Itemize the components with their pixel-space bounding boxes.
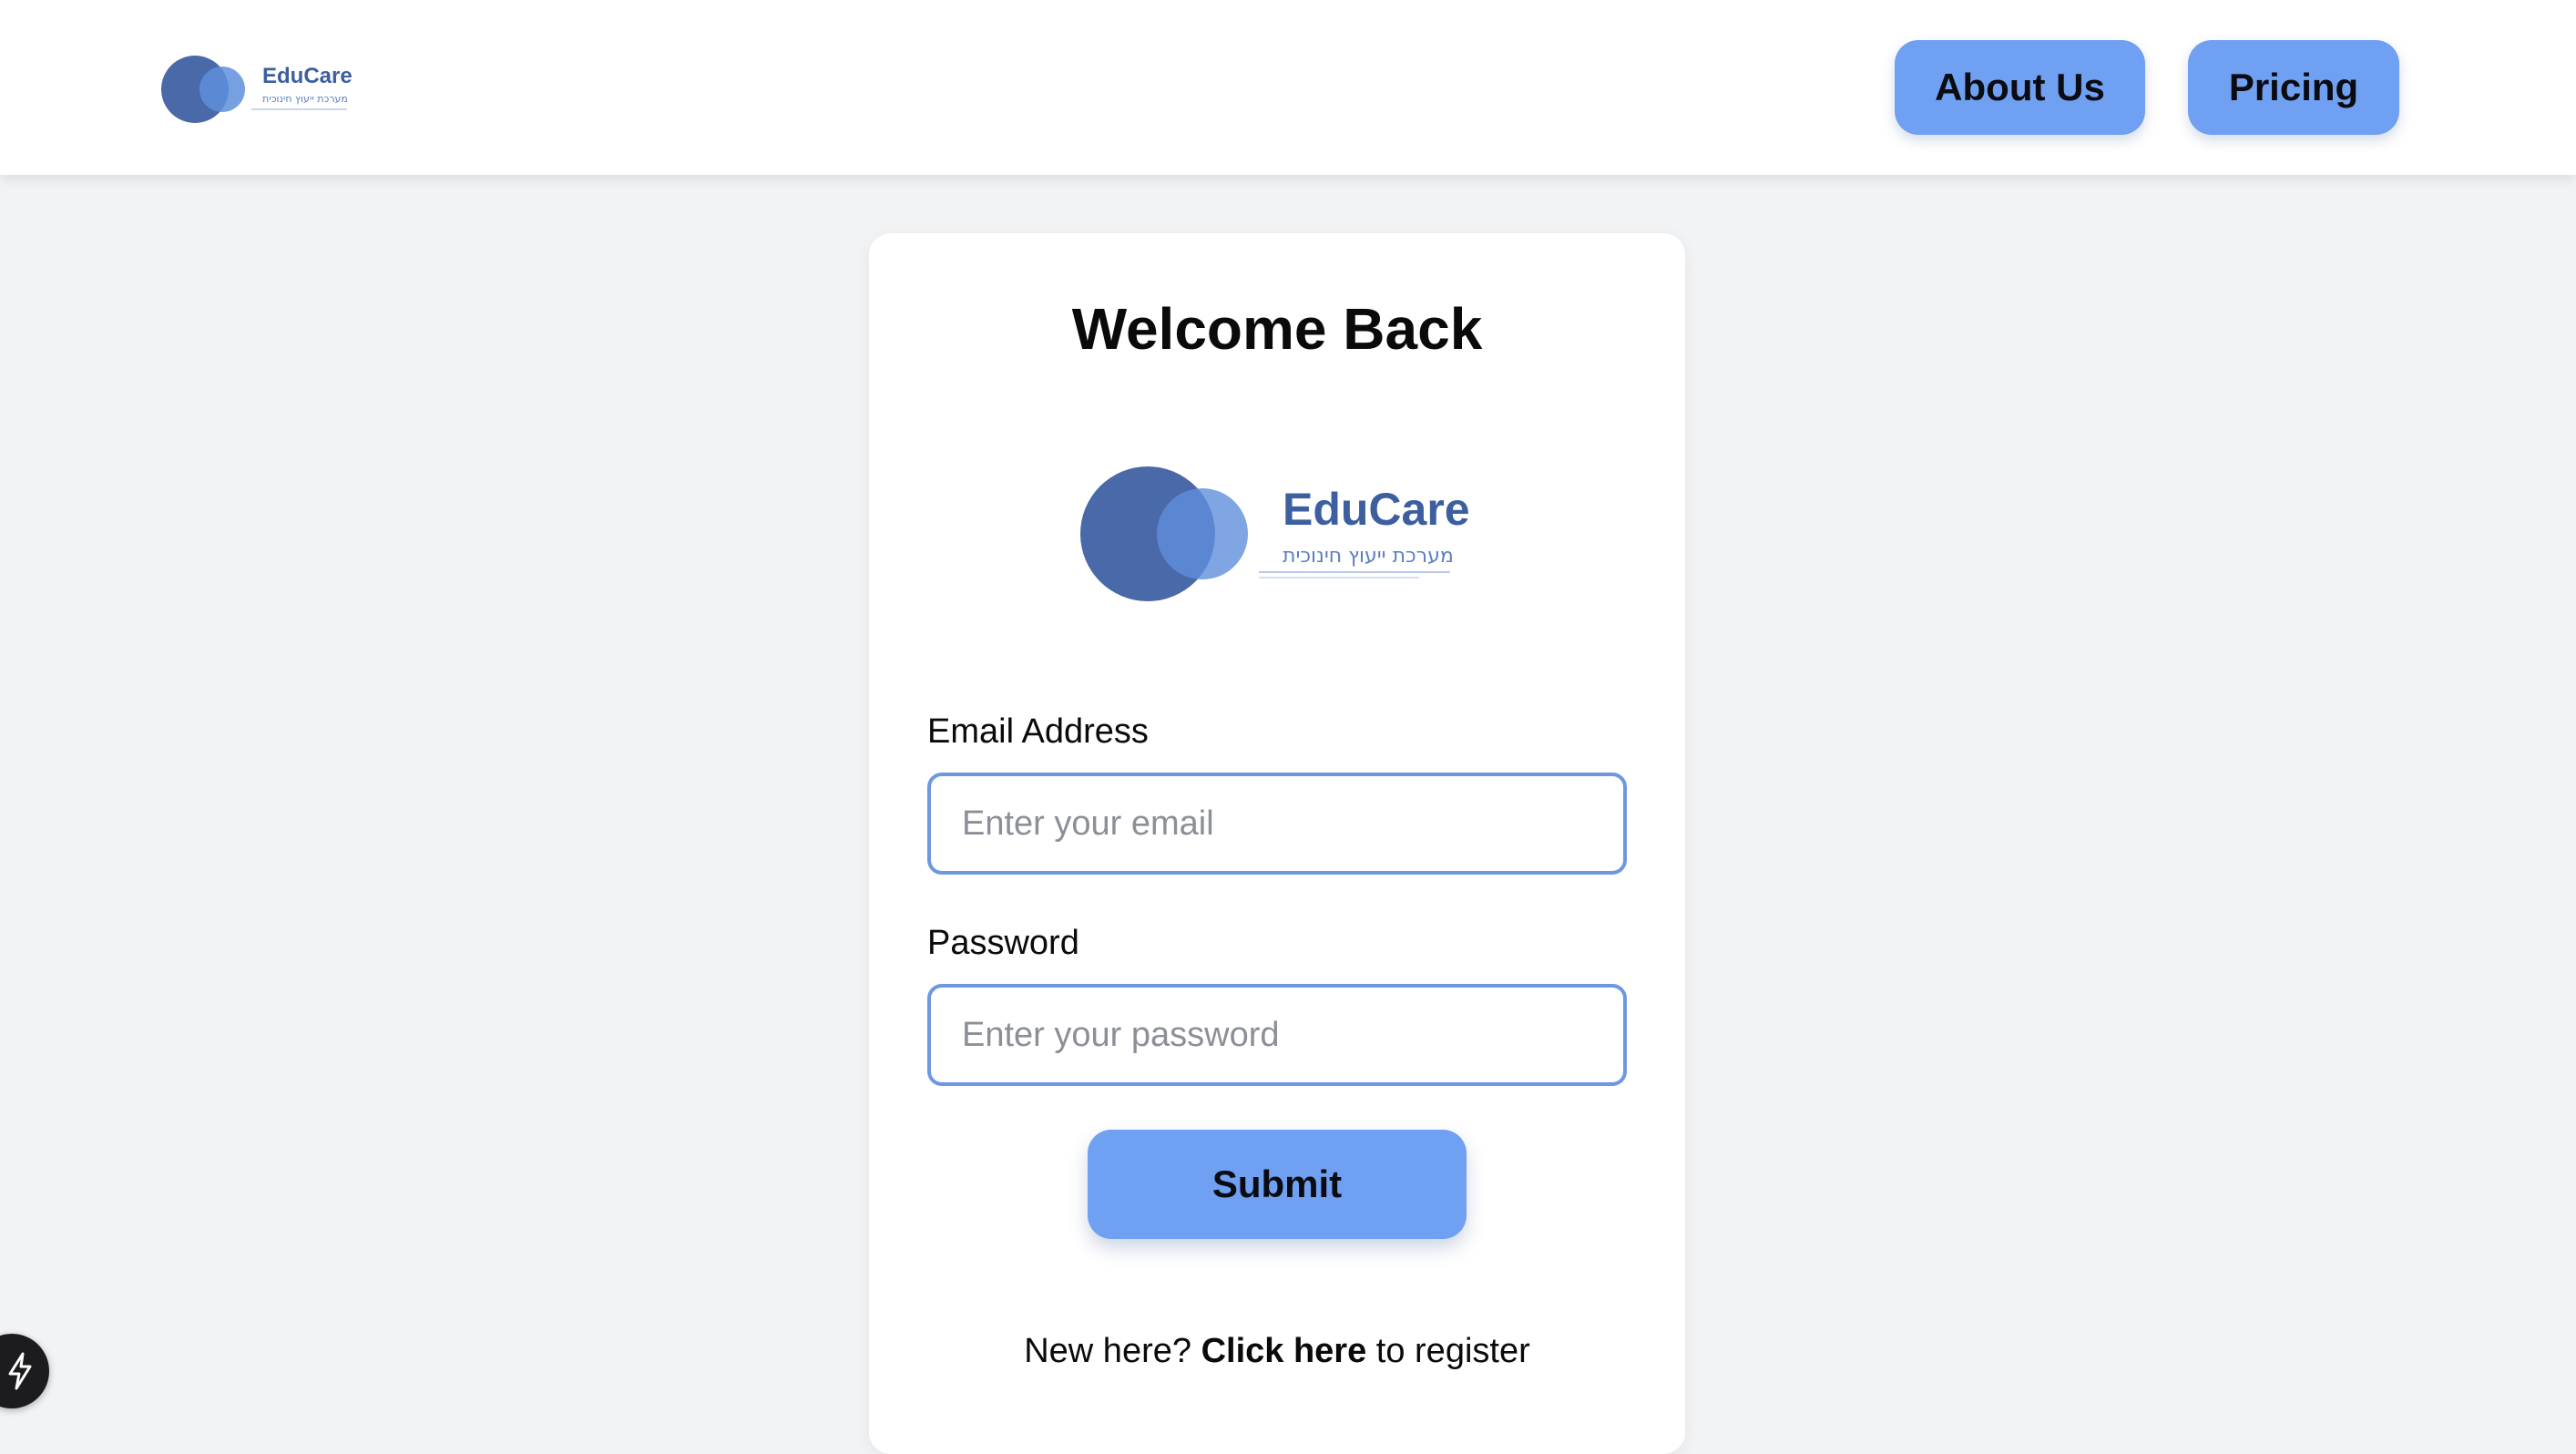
logo-light-circle bbox=[1157, 488, 1248, 579]
logo-brand-name: EduCare bbox=[262, 64, 353, 88]
educare-logo[interactable]: EduCare מערכת ייעוץ חינוכית bbox=[160, 53, 370, 126]
page-title: Welcome Back bbox=[1071, 296, 1483, 362]
dev-tools-badge[interactable] bbox=[0, 1334, 49, 1408]
pricing-button[interactable]: Pricing bbox=[2188, 40, 2399, 135]
top-header: EduCare מערכת ייעוץ חינוכית About Us Pri… bbox=[0, 0, 2576, 175]
email-field[interactable] bbox=[927, 773, 1627, 875]
about-us-button[interactable]: About Us bbox=[1895, 40, 2145, 135]
educare-card-logo: EduCare מערכת ייעוץ חינוכית bbox=[1080, 466, 1470, 601]
login-card: Welcome Back EduCare מערכת ייעוץ חינוכית… bbox=[869, 233, 1685, 1454]
logo-light-circle bbox=[199, 67, 245, 112]
register-link[interactable]: Click here bbox=[1201, 1332, 1367, 1370]
password-label: Password bbox=[927, 924, 1079, 962]
password-field[interactable] bbox=[927, 984, 1627, 1086]
lightning-icon bbox=[8, 1352, 32, 1390]
logo-tagline: מערכת ייעוץ חינוכית bbox=[262, 93, 348, 105]
submit-button[interactable]: Submit bbox=[1088, 1130, 1467, 1239]
email-label: Email Address bbox=[927, 712, 1149, 751]
register-suffix: to register bbox=[1366, 1332, 1530, 1370]
register-prompt: New here? Click here to register bbox=[869, 1332, 1685, 1371]
register-prefix: New here? bbox=[1024, 1332, 1201, 1370]
logo-tagline: מערכת ייעוץ חינוכית bbox=[1283, 545, 1454, 568]
logo-brand-name: EduCare bbox=[1283, 484, 1470, 535]
